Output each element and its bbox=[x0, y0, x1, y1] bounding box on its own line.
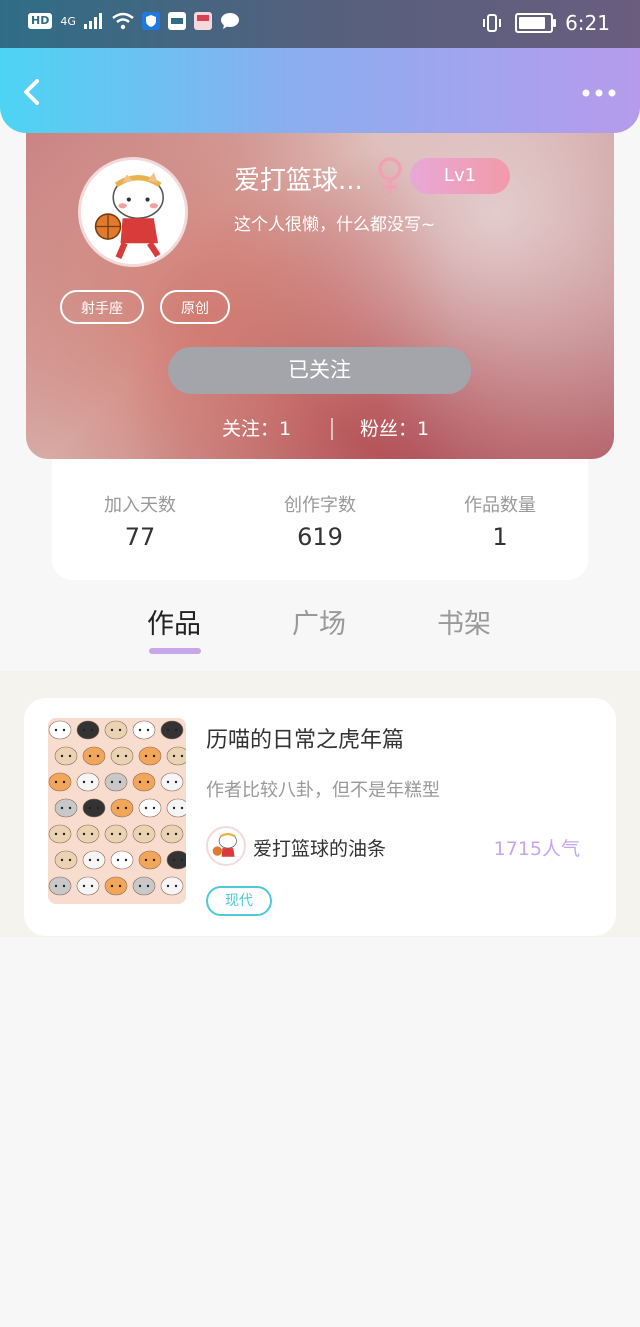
top-header: HD 4G 6:21 bbox=[0, 0, 640, 133]
store-app-icon bbox=[193, 12, 212, 30]
following-count[interactable]: 关注：1 bbox=[222, 414, 291, 441]
female-icon bbox=[378, 157, 402, 194]
popularity-count: 1715人气 bbox=[493, 838, 580, 860]
profile-bio: 这个人很懒，什么都没写~ bbox=[234, 215, 436, 235]
vibrate-icon bbox=[483, 14, 502, 32]
stat-value: 1 bbox=[492, 523, 508, 551]
stat-label: 创作字数 bbox=[284, 495, 356, 516]
author-name[interactable]: 爱打篮球的油条 bbox=[253, 834, 386, 861]
battery-icon bbox=[515, 13, 557, 33]
profile-card: 爱打篮球... Lv1 这个人很懒，什么都没写~ 射手座 原创 已关注 关注：1… bbox=[26, 110, 614, 459]
stat-works-count: 作品数量 1 bbox=[430, 491, 570, 551]
tab-bookshelf[interactable]: 书架 bbox=[437, 602, 491, 641]
chevron-left-icon bbox=[24, 79, 39, 105]
status-bar: HD 4G 6:21 bbox=[0, 0, 640, 48]
stat-label: 加入天数 bbox=[104, 495, 176, 516]
work-title[interactable]: 历喵的日常之虎年篇 bbox=[206, 722, 404, 754]
more-button[interactable] bbox=[582, 76, 616, 104]
profile-name: 爱打篮球... bbox=[234, 166, 363, 196]
follow-button[interactable]: 已关注 bbox=[168, 347, 471, 394]
level-badge: Lv1 bbox=[410, 158, 510, 194]
stat-label: 作品数量 bbox=[464, 495, 536, 516]
network-label: 4G bbox=[60, 14, 76, 28]
message-icon bbox=[220, 13, 239, 29]
fans-count[interactable]: 粉丝：1 bbox=[360, 414, 429, 441]
tab-works[interactable]: 作品 bbox=[147, 602, 201, 641]
tag-zodiac[interactable]: 射手座 bbox=[60, 290, 144, 324]
cat-basketball-avatar bbox=[81, 160, 185, 264]
wifi-icon bbox=[112, 12, 134, 30]
cat-basketball-avatar bbox=[208, 828, 244, 864]
cat-pattern-cover bbox=[48, 718, 186, 904]
avatar[interactable] bbox=[78, 157, 188, 267]
count-divider bbox=[331, 418, 333, 440]
work-cover[interactable] bbox=[48, 718, 186, 904]
hd-icon: HD bbox=[28, 13, 53, 29]
follow-counts: 关注：1 粉丝：1 bbox=[26, 414, 614, 444]
tag-original[interactable]: 原创 bbox=[160, 290, 230, 324]
more-horizontal-icon bbox=[582, 89, 616, 97]
back-button[interactable] bbox=[22, 78, 40, 112]
signal-icon bbox=[83, 13, 102, 29]
genre-tag[interactable]: 现代 bbox=[206, 886, 272, 916]
stat-word-count: 创作字数 619 bbox=[250, 491, 390, 551]
status-time: 6:21 bbox=[565, 11, 610, 35]
stats-panel: 加入天数 77 创作字数 619 作品数量 1 bbox=[52, 459, 588, 580]
tab-indicator bbox=[149, 648, 201, 654]
work-description: 作者比较八卦，但不是年糕型 bbox=[206, 780, 440, 801]
stat-join-days: 加入天数 77 bbox=[70, 491, 210, 551]
stat-value: 619 bbox=[297, 523, 343, 551]
work-card[interactable]: 历喵的日常之虎年篇 作者比较八卦，但不是年糕型 爱打篮球的油条 1715人气 现… bbox=[24, 698, 616, 936]
app-notification-icon bbox=[167, 12, 186, 30]
author-avatar[interactable] bbox=[206, 826, 246, 866]
shield-app-icon bbox=[141, 12, 160, 30]
tab-square[interactable]: 广场 bbox=[292, 602, 346, 641]
stat-value: 77 bbox=[124, 523, 156, 551]
